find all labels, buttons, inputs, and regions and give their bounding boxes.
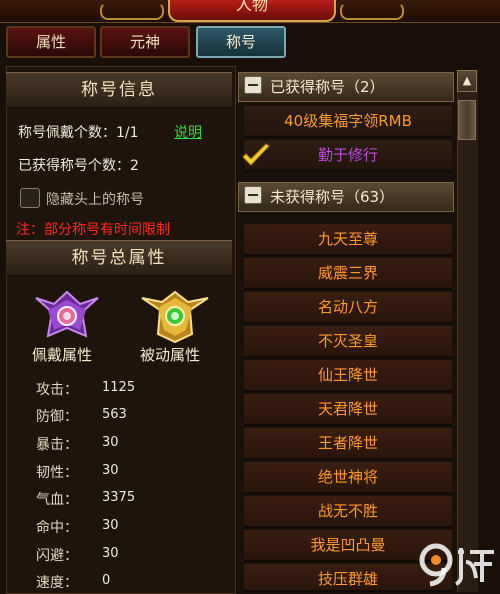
title-name: 不灭圣皇 xyxy=(317,332,378,350)
title-row[interactable]: 威震三界 xyxy=(244,258,452,290)
check-icon xyxy=(242,143,270,166)
stat-value-attack: 1125 xyxy=(102,380,136,395)
title-name: 我是凹凸曼 xyxy=(310,536,386,554)
passive-attribute-icon[interactable] xyxy=(136,290,214,344)
window-title: 人物 xyxy=(168,0,336,22)
unobtained-group-label: 未获得称号（63） xyxy=(270,188,395,206)
equip-attribute-label: 佩戴属性 xyxy=(32,346,93,364)
title-name: 九天至尊 xyxy=(317,230,378,248)
ornament-right xyxy=(340,2,404,20)
title-name: 仙王降世 xyxy=(317,366,378,384)
stat-label-crit: 暴击： xyxy=(36,437,78,453)
obtained-group-header[interactable]: 已获得称号（2） xyxy=(238,72,454,102)
watermark-logo xyxy=(419,543,494,587)
stat-value-dodge: 30 xyxy=(102,546,119,561)
title-info-heading: 称号信息 xyxy=(6,72,232,108)
list-scrollbar[interactable] xyxy=(457,70,478,592)
stat-value-crit: 30 xyxy=(102,435,119,450)
title-name: 40级集福字领RMB xyxy=(284,112,412,130)
unobtained-group-header[interactable]: 未获得称号（63） xyxy=(238,182,454,212)
title-name: 技压群雄 xyxy=(317,570,378,588)
time-limit-note: 注：部分称号有时间限制 xyxy=(16,222,170,238)
ornament-left xyxy=(100,2,164,20)
title-row[interactable]: 勤于修行 xyxy=(244,140,452,172)
title-row[interactable]: 名动八方 xyxy=(244,292,452,324)
passive-attribute-label: 被动属性 xyxy=(140,346,201,364)
tab-yuanshen[interactable]: 元神 xyxy=(100,26,190,58)
stat-label-tenacity: 韧性： xyxy=(36,465,78,481)
title-name: 王者降世 xyxy=(317,434,378,452)
obtained-count-label: 已获得称号个数：2 xyxy=(18,158,139,174)
collapse-icon[interactable] xyxy=(244,186,262,204)
title-row[interactable]: 不灭圣皇 xyxy=(244,326,452,358)
title-row[interactable]: 绝世神将 xyxy=(244,462,452,494)
tab-titles[interactable]: 称号 xyxy=(196,26,286,58)
hide-title-checkbox[interactable] xyxy=(20,188,40,208)
equip-attribute-icon[interactable] xyxy=(28,290,106,344)
title-row[interactable]: 40级集福字领RMB xyxy=(244,106,452,138)
tab-attributes[interactable]: 属性 xyxy=(6,26,96,58)
title-name: 勤于修行 xyxy=(317,146,378,164)
title-name: 天君降世 xyxy=(317,400,378,418)
obtained-group-label: 已获得称号（2） xyxy=(270,78,385,96)
stat-label-attack: 攻击： xyxy=(36,382,78,398)
title-name: 绝世神将 xyxy=(317,468,378,486)
stat-label-defense: 防御： xyxy=(36,409,78,425)
scrollbar-thumb[interactable] xyxy=(458,100,476,140)
equipped-count: 称号佩戴个数：1/1 xyxy=(18,122,139,142)
title-row[interactable]: 九天至尊 xyxy=(244,224,452,256)
stat-label-hit: 命中： xyxy=(36,520,78,536)
title-row[interactable]: 仙王降世 xyxy=(244,360,452,392)
title-name: 战无不胜 xyxy=(317,502,378,520)
stat-value-tenacity: 30 xyxy=(102,463,119,478)
title-row[interactable]: 战无不胜 xyxy=(244,496,452,528)
stat-value-hp: 3375 xyxy=(102,490,136,505)
title-name: 名动八方 xyxy=(317,298,378,316)
title-name: 威震三界 xyxy=(317,264,378,282)
stat-label-hp: 气血： xyxy=(36,492,78,508)
stat-label-speed: 速度： xyxy=(36,575,78,591)
stat-value-defense: 563 xyxy=(102,407,127,422)
stat-value-speed: 0 xyxy=(102,573,111,588)
title-row[interactable]: 天君降世 xyxy=(244,394,452,426)
stat-label-dodge: 闪避： xyxy=(36,548,78,564)
help-link[interactable]: 说明 xyxy=(174,122,202,142)
stat-value-hit: 30 xyxy=(102,518,119,533)
collapse-icon[interactable] xyxy=(244,76,262,94)
equipped-count-label: 称号佩戴个数：1/1 xyxy=(18,125,139,141)
scroll-up-icon[interactable]: ▲ xyxy=(457,70,477,92)
title-row[interactable]: 王者降世 xyxy=(244,428,452,460)
hide-title-label: 隐藏头上的称号 xyxy=(46,192,144,208)
total-attributes-heading: 称号总属性 xyxy=(6,240,232,276)
